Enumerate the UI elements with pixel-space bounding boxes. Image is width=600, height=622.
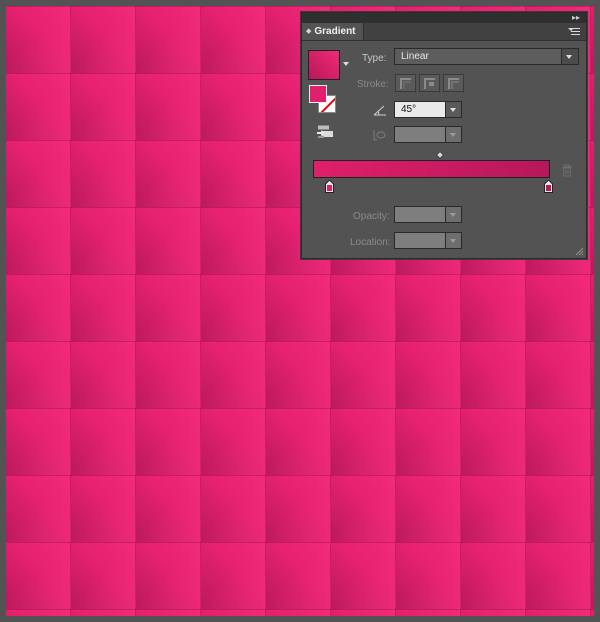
gradient-panel: ▸▸ ◆ Gradient Type: Linear Stroke: 45° O… (301, 12, 587, 259)
collapse-double-arrow-icon[interactable]: ▸▸ (572, 13, 580, 23)
chevron-down-icon (445, 127, 461, 142)
gradient-midpoint-handle[interactable] (435, 150, 445, 160)
gradient-stop-start[interactable] (325, 179, 334, 193)
panel-tabbar: ◆ Gradient (302, 23, 586, 41)
aspect-ratio-input (394, 126, 462, 143)
type-select-value: Linear (401, 51, 429, 62)
resize-grip-icon[interactable] (575, 247, 584, 256)
chevron-down-icon (445, 207, 461, 222)
updown-icon[interactable]: ◆ (306, 28, 311, 35)
panel-titlebar[interactable]: ▸▸ (302, 13, 586, 23)
opacity-input (394, 206, 462, 223)
stroke-across-button (443, 74, 464, 92)
opacity-label: Opacity: (353, 211, 390, 222)
angle-input-value: 45° (401, 104, 417, 115)
chevron-down-icon[interactable] (343, 62, 349, 66)
gradient-slider[interactable] (313, 160, 550, 178)
chevron-down-icon[interactable] (445, 102, 461, 117)
tab-gradient[interactable]: ◆ Gradient (302, 23, 364, 40)
reverse-gradient-icon[interactable] (315, 125, 333, 139)
panel-menu-icon[interactable] (568, 26, 580, 36)
aspect-ratio-icon (373, 129, 387, 141)
gradient-stop-end[interactable] (544, 179, 553, 193)
type-select[interactable]: Linear (394, 48, 579, 65)
gradient-preview-thumbnail[interactable] (308, 50, 340, 80)
location-label: Location: (350, 237, 391, 248)
chevron-down-icon (445, 233, 461, 248)
stroke-within-button (395, 74, 416, 92)
fill-swatch[interactable] (309, 85, 327, 103)
trash-icon (561, 164, 573, 177)
angle-input[interactable]: 45° (394, 101, 462, 118)
stroke-label: Stroke: (357, 79, 389, 90)
type-label: Type: (362, 53, 387, 64)
stroke-along-button (419, 74, 440, 92)
chevron-down-icon[interactable] (561, 49, 578, 64)
location-input (394, 232, 462, 249)
tab-gradient-label: Gradient (314, 26, 356, 37)
angle-icon (373, 104, 387, 116)
